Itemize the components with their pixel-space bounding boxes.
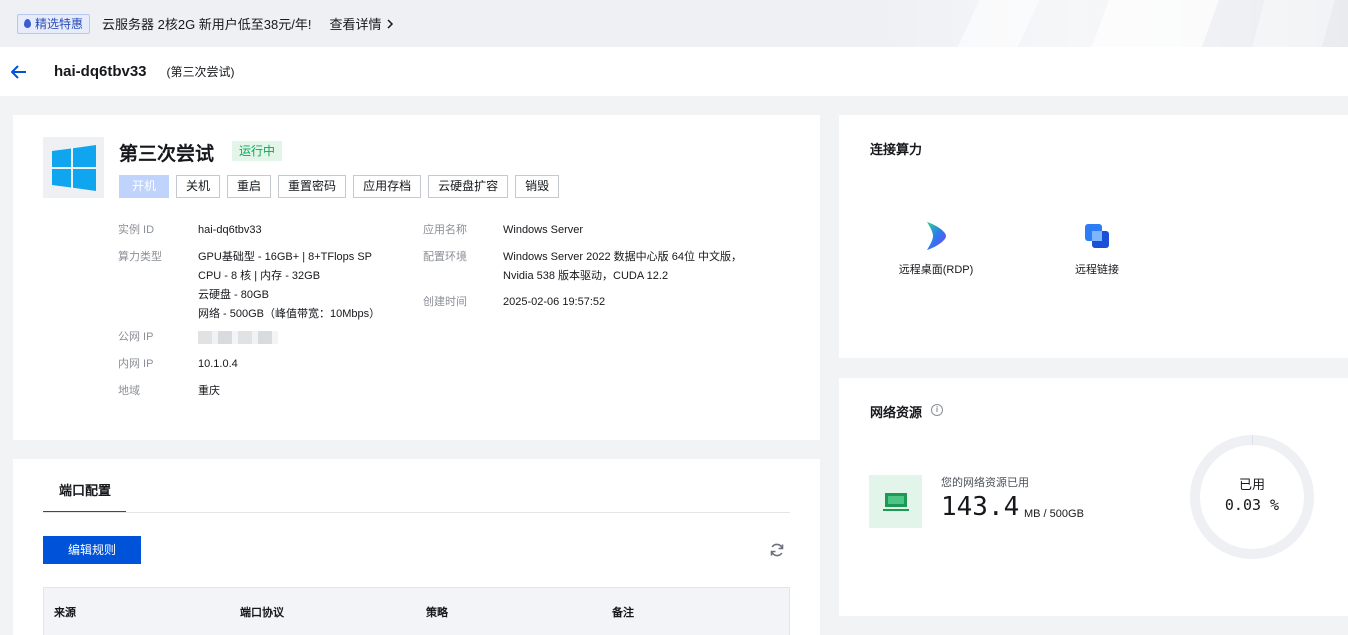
network-used-value: 143.4 xyxy=(941,492,1020,522)
network-title: 网络资源 xyxy=(870,405,923,420)
port-config-card: 端口配置 编辑规则 来源 端口协议 策略 备注 xyxy=(13,459,820,635)
restart-button[interactable]: 重启 xyxy=(227,175,272,198)
info-label: 内网 IP xyxy=(118,358,154,370)
edit-rules-button[interactable]: 编辑规则 xyxy=(43,536,141,564)
compute-gpu-value: GPU基础型 - 16GB+ | 8+TFlops SP xyxy=(198,251,373,263)
network-used-label: 您的网络资源已用 xyxy=(941,477,1029,489)
remote-link-label[interactable]: 远程链接 xyxy=(1047,261,1147,277)
info-row-app-name: 应用名称 Windows Server xyxy=(423,221,742,248)
promo-bar: 精选特惠 云服务器 2核2G 新用户低至38元/年! 查看详情 xyxy=(0,0,1348,47)
info-label: 地域 xyxy=(118,385,140,397)
start-button[interactable]: 开机 xyxy=(119,175,170,198)
disk-expand-button[interactable]: 云硬盘扩容 xyxy=(428,175,509,198)
info-label: 实例 ID xyxy=(118,224,155,236)
info-label: 算力类型 xyxy=(118,251,162,263)
environment-driver-value: Nvidia 538 版本驱动，CUDA 12.2 xyxy=(503,270,669,282)
info-right: 应用名称 Windows Server 配置环境 Windows Server … xyxy=(423,221,742,320)
network-used-unit: MB / 500GB xyxy=(1024,508,1084,520)
promo-link-label[interactable]: 查看详情 xyxy=(330,14,382,33)
column-header-remark: 备注 xyxy=(612,606,634,619)
public-ip-redacted xyxy=(198,328,278,355)
usage-ring-value: 0.03 % xyxy=(1224,496,1280,514)
tab-port-config[interactable]: 端口配置 xyxy=(43,476,126,513)
instance-card: 第三次尝试 运行中 开机 关机 重启 重置密码 应用存档 云硬盘扩容 销毁 实例… xyxy=(13,115,820,440)
column-header-source: 来源 xyxy=(54,606,76,619)
action-buttons: 开机 关机 重启 重置密码 应用存档 云硬盘扩容 销毁 xyxy=(119,175,560,198)
network-card: 网络资源 i 您的网络资源已用 143.4 MB / 500GB 已用 0.03… xyxy=(839,378,1348,616)
reset-password-button[interactable]: 重置密码 xyxy=(278,175,347,198)
info-label: 应用名称 xyxy=(423,224,467,236)
refresh-icon[interactable] xyxy=(769,542,785,558)
remote-link-icon xyxy=(1082,221,1112,251)
created-time-value: 2025-02-06 19:57:52 xyxy=(503,296,606,308)
column-header-policy: 策略 xyxy=(426,606,448,619)
port-table-header: 来源 端口协议 策略 备注 xyxy=(43,587,790,635)
back-arrow-icon[interactable] xyxy=(11,63,29,81)
promo-decoration xyxy=(928,0,1348,47)
rdp-label[interactable]: 远程桌面(RDP) xyxy=(886,261,986,277)
promo-text: 云服务器 2核2G 新用户低至38元/年! xyxy=(102,17,312,32)
connect-title: 连接算力 xyxy=(870,142,923,157)
info-row-environment: 配置环境 Windows Server 2022 数据中心版 64位 中文版， … xyxy=(423,248,742,293)
private-ip-value: 10.1.0.4 xyxy=(198,358,238,370)
compute-network-value: 网络 - 500GB（峰值带宽：10Mbps） xyxy=(198,308,381,320)
usage-ring-label: 已用 xyxy=(1238,477,1265,492)
destroy-button[interactable]: 销毁 xyxy=(515,175,560,198)
rdp-button[interactable]: 远程桌面(RDP) xyxy=(886,221,986,277)
info-label: 创建时间 xyxy=(423,296,467,308)
instance-id-value: hai-dq6tbv33 xyxy=(198,224,262,236)
info-row-private-ip: 内网 IP 10.1.0.4 xyxy=(118,355,380,382)
page-subtitle: (第三次尝试) xyxy=(166,65,235,79)
app-name-value: Windows Server xyxy=(503,224,584,236)
info-row-region: 地域 重庆 xyxy=(118,382,380,409)
instance-name: 第三次尝试 xyxy=(119,144,215,165)
rdp-icon xyxy=(921,221,951,251)
connect-card: 连接算力 远程桌面(RDP) 远程链接 xyxy=(839,115,1348,358)
compute-cpu-value: CPU - 8 核 | 内存 - 32GB xyxy=(198,270,321,282)
windows-logo-icon xyxy=(43,137,104,198)
page-header: hai-dq6tbv33 (第三次尝试) xyxy=(0,47,1348,96)
environment-os-value: Windows Server 2022 数据中心版 64位 中文版， xyxy=(503,251,743,263)
stop-button[interactable]: 关机 xyxy=(176,175,221,198)
status-badge: 运行中 xyxy=(232,141,283,161)
chevron-right-icon xyxy=(386,18,393,29)
info-row-compute-type: 算力类型 GPU基础型 - 16GB+ | 8+TFlops SP CPU - … xyxy=(118,248,380,328)
info-icon[interactable]: i xyxy=(931,404,943,416)
page-title: hai-dq6tbv33 xyxy=(54,63,147,80)
tab-divider xyxy=(43,512,790,513)
promo-link[interactable]: 查看详情 xyxy=(330,14,394,33)
info-label: 公网 IP xyxy=(118,331,154,343)
info-row-public-ip: 公网 IP xyxy=(118,328,380,355)
region-value: 重庆 xyxy=(198,385,220,397)
info-row-instance-id: 实例 ID hai-dq6tbv33 xyxy=(118,221,380,248)
info-row-created-time: 创建时间 2025-02-06 19:57:52 xyxy=(423,293,742,320)
promo-badge-label: 精选特惠 xyxy=(35,17,84,31)
compute-disk-value: 云硬盘 - 80GB xyxy=(198,289,269,301)
column-header-protocol: 端口协议 xyxy=(240,606,284,619)
info-left: 实例 ID hai-dq6tbv33 算力类型 GPU基础型 - 16GB+ |… xyxy=(118,221,380,409)
promo-badge: 精选特惠 xyxy=(17,13,91,34)
app-archive-button[interactable]: 应用存档 xyxy=(353,175,422,198)
remote-link-button[interactable]: 远程链接 xyxy=(1047,221,1147,277)
network-resource-icon xyxy=(869,475,922,528)
drop-icon xyxy=(24,19,31,28)
info-label: 配置环境 xyxy=(423,251,467,263)
